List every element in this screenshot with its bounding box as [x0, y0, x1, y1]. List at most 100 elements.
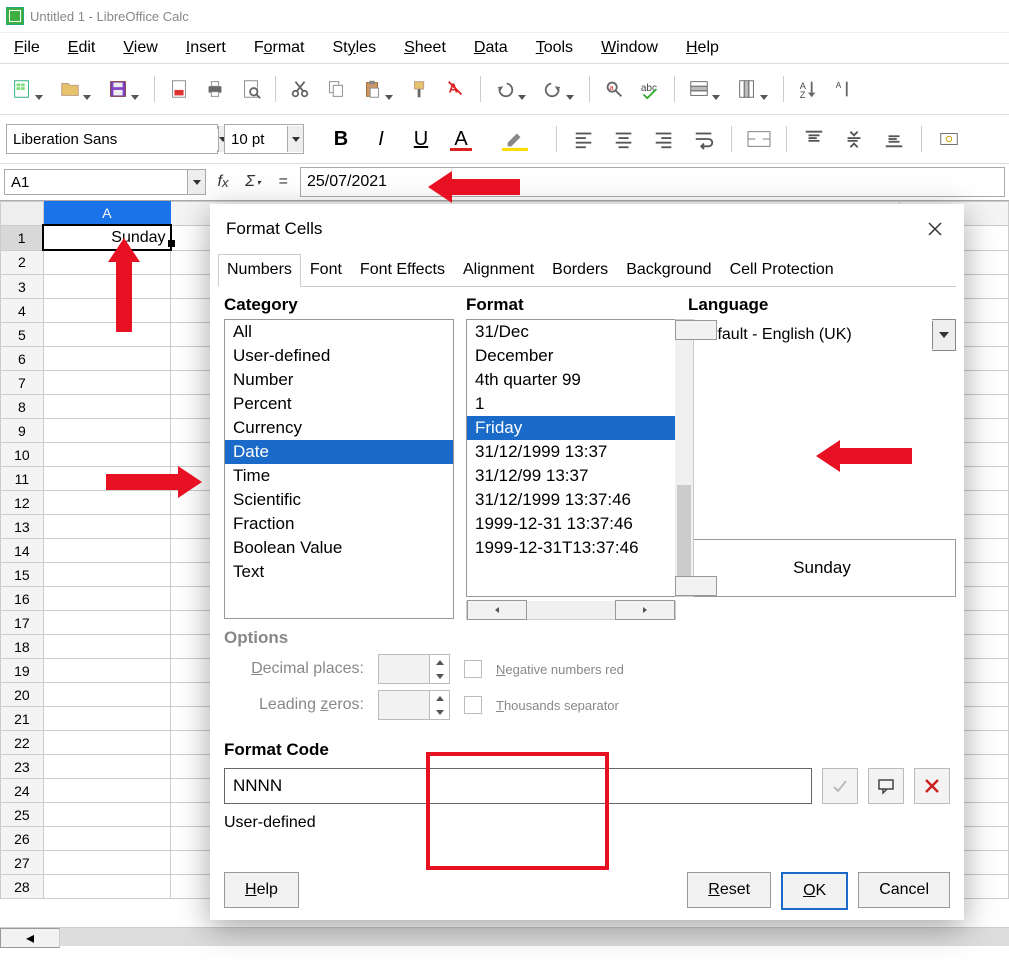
- cancel-button[interactable]: Cancel: [858, 872, 950, 908]
- align-center-button[interactable]: [607, 123, 641, 155]
- align-left-button[interactable]: [567, 123, 601, 155]
- clear-format-button[interactable]: A: [440, 73, 472, 105]
- open-button[interactable]: [54, 73, 86, 105]
- category-percent[interactable]: Percent: [225, 392, 453, 416]
- menu-file[interactable]: File: [4, 35, 50, 61]
- formula-input[interactable]: [300, 167, 1005, 197]
- align-right-button[interactable]: [647, 123, 681, 155]
- tab-numbers[interactable]: Numbers: [218, 254, 301, 287]
- category-boolean[interactable]: Boolean Value: [225, 536, 453, 560]
- menu-format[interactable]: Format: [244, 35, 315, 61]
- edit-comment-button[interactable]: [868, 768, 904, 804]
- menu-sheet[interactable]: Sheet: [394, 35, 456, 61]
- dialog-close-button[interactable]: [922, 216, 948, 242]
- bold-button[interactable]: B: [324, 123, 358, 155]
- category-date[interactable]: Date: [225, 440, 453, 464]
- format-item[interactable]: December: [467, 344, 675, 368]
- ok-button[interactable]: OK: [781, 872, 848, 910]
- export-pdf-button[interactable]: [163, 73, 195, 105]
- format-code-input[interactable]: [224, 768, 812, 804]
- align-middle-button[interactable]: [837, 123, 871, 155]
- redo-button[interactable]: [537, 73, 569, 105]
- currency-button[interactable]: [932, 123, 966, 155]
- print-button[interactable]: [199, 73, 231, 105]
- sum-button[interactable]: Σ▾: [240, 169, 266, 195]
- help-button[interactable]: Help: [224, 872, 299, 908]
- language-select[interactable]: Default - English (UK): [688, 319, 956, 351]
- cell-a1[interactable]: Sunday: [43, 225, 170, 250]
- menu-edit[interactable]: Edit: [58, 35, 106, 61]
- highlight-button[interactable]: [498, 123, 532, 155]
- category-scientific[interactable]: Scientific: [225, 488, 453, 512]
- new-doc-button[interactable]: [6, 73, 38, 105]
- category-number[interactable]: Number: [225, 368, 453, 392]
- format-item[interactable]: 31/12/1999 13:37:46: [467, 488, 675, 512]
- wrap-text-button[interactable]: [687, 123, 721, 155]
- menu-help[interactable]: Help: [676, 35, 729, 61]
- save-button[interactable]: [102, 73, 134, 105]
- cell-fill-handle[interactable]: [168, 240, 175, 247]
- sheet-tabs[interactable]: [0, 946, 6, 968]
- format-scrollbar-h[interactable]: [466, 601, 676, 620]
- format-scrollbar-v[interactable]: [675, 319, 694, 597]
- row-button[interactable]: [683, 73, 715, 105]
- spellcheck-button[interactable]: abc: [634, 73, 666, 105]
- column-header-a[interactable]: A: [43, 202, 170, 226]
- category-text[interactable]: Text: [225, 560, 453, 584]
- format-item[interactable]: 4th quarter 99: [467, 368, 675, 392]
- font-color-button[interactable]: A: [444, 123, 478, 155]
- horizontal-scrollbar[interactable]: ◂: [0, 927, 1009, 946]
- find-replace-button[interactable]: a: [598, 73, 630, 105]
- tab-cell-protection[interactable]: Cell Protection: [721, 254, 843, 286]
- add-format-button[interactable]: [822, 768, 858, 804]
- menu-view[interactable]: View: [113, 35, 167, 61]
- format-item[interactable]: 1999-12-31T13:37:46: [467, 536, 675, 560]
- underline-button[interactable]: U: [404, 123, 438, 155]
- sort-button[interactable]: AZ: [792, 73, 824, 105]
- copy-button[interactable]: [320, 73, 352, 105]
- category-fraction[interactable]: Fraction: [225, 512, 453, 536]
- align-bottom-button[interactable]: [877, 123, 911, 155]
- tab-alignment[interactable]: Alignment: [454, 254, 543, 286]
- column-button[interactable]: [731, 73, 763, 105]
- font-size-combo[interactable]: [224, 124, 304, 154]
- format-item[interactable]: 1: [467, 392, 675, 416]
- cell-reference-box[interactable]: [4, 169, 206, 195]
- format-item[interactable]: 31/12/1999 13:37: [467, 440, 675, 464]
- autofilter-button[interactable]: A: [828, 73, 860, 105]
- tab-borders[interactable]: Borders: [543, 254, 617, 286]
- row-header-1[interactable]: 1: [1, 225, 44, 250]
- category-time[interactable]: Time: [225, 464, 453, 488]
- font-size-dropdown[interactable]: [287, 126, 303, 152]
- category-listbox[interactable]: All User-defined Number Percent Currency…: [224, 319, 454, 619]
- cell-reference-input[interactable]: [5, 172, 187, 193]
- menu-data[interactable]: Data: [464, 35, 518, 61]
- clone-format-button[interactable]: [404, 73, 436, 105]
- cell-reference-dropdown[interactable]: [187, 170, 205, 194]
- italic-button[interactable]: I: [364, 123, 398, 155]
- format-item[interactable]: 31/Dec: [467, 320, 675, 344]
- equals-button[interactable]: =: [270, 169, 296, 195]
- menu-insert[interactable]: Insert: [176, 35, 236, 61]
- font-name-combo[interactable]: [6, 124, 218, 154]
- font-size-input[interactable]: [225, 129, 287, 150]
- delete-format-button[interactable]: [914, 768, 950, 804]
- paste-button[interactable]: [356, 73, 388, 105]
- font-name-input[interactable]: [7, 129, 218, 150]
- function-wizard-button[interactable]: fx: [210, 169, 236, 195]
- format-item[interactable]: 1999-12-31 13:37:46: [467, 512, 675, 536]
- tab-background[interactable]: Background: [617, 254, 720, 286]
- format-listbox[interactable]: 31/Dec December 4th quarter 99 1 Friday …: [466, 319, 676, 597]
- tab-font[interactable]: Font: [301, 254, 351, 286]
- merge-cells-button[interactable]: [742, 123, 776, 155]
- menu-tools[interactable]: Tools: [526, 35, 583, 61]
- cut-button[interactable]: [284, 73, 316, 105]
- category-currency[interactable]: Currency: [225, 416, 453, 440]
- tab-font-effects[interactable]: Font Effects: [351, 254, 454, 286]
- align-top-button[interactable]: [797, 123, 831, 155]
- reset-button[interactable]: Reset: [687, 872, 771, 908]
- menu-styles[interactable]: Styles: [323, 35, 387, 61]
- undo-button[interactable]: [489, 73, 521, 105]
- print-preview-button[interactable]: [235, 73, 267, 105]
- category-all[interactable]: All: [225, 320, 453, 344]
